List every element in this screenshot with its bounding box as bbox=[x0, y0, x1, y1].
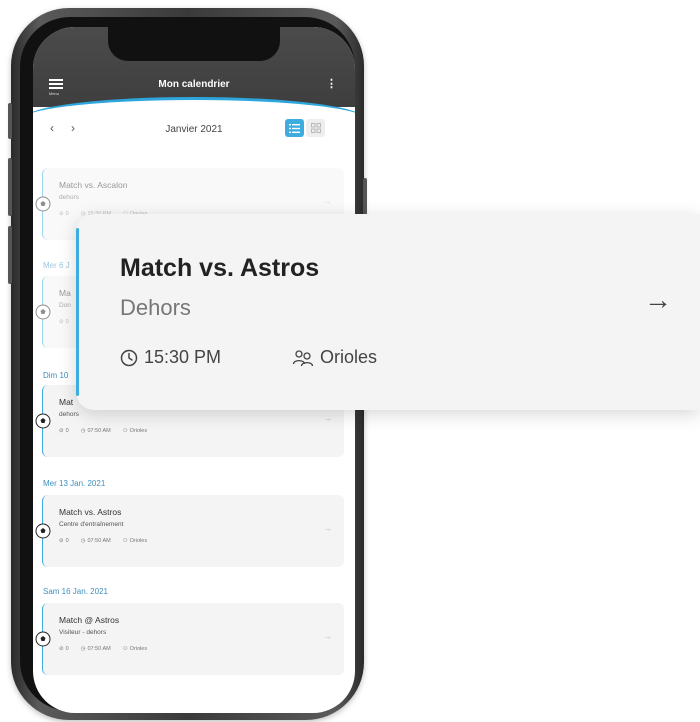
list-view-button[interactable] bbox=[285, 119, 304, 137]
list-view-icon bbox=[289, 123, 300, 133]
event-detail-card[interactable]: Match vs. Astros Dehors 15:30 PM Orioles… bbox=[76, 214, 700, 410]
volume-up-button bbox=[8, 158, 12, 216]
check-circle-icon: ⊘ bbox=[59, 319, 64, 325]
team-icon bbox=[292, 349, 314, 366]
team-icon: ⚇ bbox=[122, 428, 128, 434]
phone-notch bbox=[108, 27, 280, 61]
event-title: Match vs. Astros bbox=[59, 507, 122, 517]
volume-down-button bbox=[8, 226, 12, 284]
soccer-ball-icon bbox=[35, 631, 51, 647]
event-title: Match vs. Ascalon bbox=[59, 180, 128, 190]
check-circle-icon: ⊘ bbox=[59, 211, 64, 217]
check-circle-icon: ⊘ bbox=[59, 428, 64, 434]
arrow-right-icon: → bbox=[323, 631, 332, 641]
event-meta: ⊘ 0 ◷ 07:50 AM ⚇ Orioles bbox=[59, 428, 147, 434]
event-title: Mat bbox=[59, 397, 74, 407]
event-team: Orioles bbox=[129, 428, 148, 434]
month-navigation: ‹ › Janvier 2021 bbox=[33, 119, 355, 141]
event-card[interactable]: Match @ Astros Visiteur - dehors ⊘ 0 ◷ 07:… bbox=[35, 603, 344, 675]
event-location: dehors bbox=[59, 194, 79, 201]
arrow-right-icon[interactable]: → bbox=[644, 284, 672, 316]
date-heading: Mer 6 J bbox=[43, 261, 70, 270]
event-team: Orioles bbox=[129, 646, 148, 652]
soccer-ball-icon bbox=[35, 196, 51, 212]
page-title: Mon calendrier bbox=[158, 79, 230, 90]
event-title: Match @ Astros bbox=[59, 615, 120, 625]
team-icon: ⚇ bbox=[122, 646, 128, 652]
event-time: 07:50 AM bbox=[87, 428, 111, 434]
soccer-ball-icon bbox=[35, 413, 51, 429]
event-location: Centre d'entraînement bbox=[59, 521, 124, 528]
arrow-right-icon: → bbox=[323, 413, 332, 423]
event-time: 07:50 AM bbox=[87, 646, 111, 652]
grid-view-icon bbox=[310, 123, 321, 133]
event-meta: ⊘ 0 ◷ 07:50 AM ⚇ Orioles bbox=[59, 538, 147, 544]
event-title: Ma bbox=[59, 288, 71, 298]
check-circle-icon: ⊘ bbox=[59, 646, 64, 652]
attendance-count: 0 bbox=[65, 538, 69, 544]
date-heading: Dim 10 bbox=[43, 371, 69, 380]
clock-icon bbox=[120, 349, 138, 366]
event-meta: ⊘ 0 bbox=[59, 319, 69, 325]
detail-time-row: 15:30 PM bbox=[120, 347, 221, 368]
menu-label: Menu bbox=[49, 91, 60, 96]
team-icon: ⚇ bbox=[122, 538, 128, 544]
event-time: 07:50 AM bbox=[87, 538, 111, 544]
silent-switch bbox=[8, 103, 12, 139]
grid-view-button[interactable] bbox=[306, 119, 325, 137]
event-team: Orioles bbox=[129, 538, 148, 544]
date-heading: Mer 13 Jan. 2021 bbox=[43, 479, 106, 488]
detail-team: Orioles bbox=[320, 347, 378, 367]
more-options-icon[interactable]: ⋮ bbox=[326, 77, 337, 90]
detail-team-row: Orioles bbox=[292, 347, 377, 368]
attendance-count: 0 bbox=[65, 428, 69, 434]
card-accent-bar bbox=[76, 228, 79, 396]
soccer-ball-icon bbox=[35, 304, 51, 320]
event-location: Don bbox=[59, 302, 71, 309]
check-circle-icon: ⊘ bbox=[59, 538, 64, 544]
event-location: dehors bbox=[59, 411, 79, 418]
arrow-right-icon: → bbox=[323, 196, 332, 206]
clock-icon: ◷ bbox=[80, 646, 86, 652]
event-location: Visiteur - dehors bbox=[59, 629, 107, 636]
clock-icon: ◷ bbox=[80, 428, 86, 434]
attendance-count: 0 bbox=[65, 646, 69, 652]
event-meta: ⊘ 0 ◷ 07:50 AM ⚇ Orioles bbox=[59, 646, 147, 652]
detail-title: Match vs. Astros bbox=[120, 254, 320, 282]
date-heading: Sam 16 Jan. 2021 bbox=[43, 587, 108, 596]
soccer-ball-icon bbox=[35, 523, 51, 539]
attendance-count: 0 bbox=[65, 211, 69, 217]
arrow-right-icon: → bbox=[323, 523, 332, 533]
detail-time: 15:30 PM bbox=[144, 347, 222, 367]
attendance-count: 0 bbox=[65, 319, 69, 325]
event-card[interactable]: Match vs. Astros Centre d'entraînement ⊘… bbox=[35, 495, 344, 567]
clock-icon: ◷ bbox=[80, 538, 86, 544]
detail-location: Dehors bbox=[120, 295, 191, 320]
